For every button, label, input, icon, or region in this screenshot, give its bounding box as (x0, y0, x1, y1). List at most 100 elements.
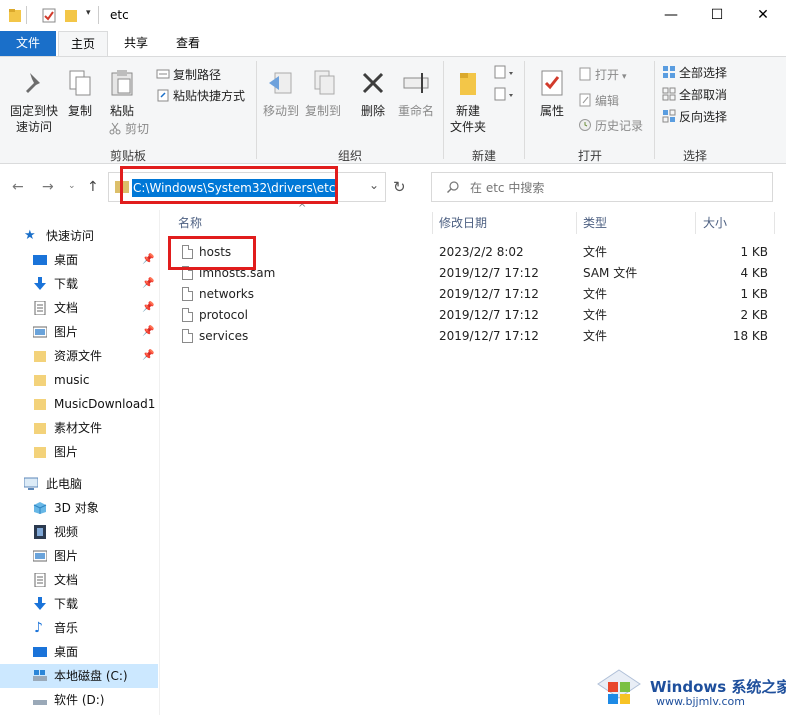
edit-icon (579, 93, 591, 107)
folder-icon (34, 399, 46, 410)
watermark-url: www.bjjmlv.com (656, 695, 745, 708)
delete-button[interactable]: 删除 (352, 67, 394, 119)
scissors-icon (109, 122, 121, 135)
paste-button[interactable]: 粘贴 (104, 67, 140, 119)
pin-icon[interactable]: 📌 (142, 344, 154, 368)
properties-button[interactable]: 属性 (530, 67, 574, 119)
nav-quick-access[interactable]: ★ 快速访问 (0, 224, 158, 248)
forward-arrow-icon[interactable]: → (42, 179, 54, 195)
file-type: 文件 (583, 287, 608, 301)
rename-button[interactable]: 重命名 (394, 67, 438, 119)
new-item-icon[interactable] (494, 65, 516, 81)
pin-label-2: 速访问 (15, 120, 52, 134)
file-type: 文件 (583, 308, 608, 322)
open-button[interactable]: 打开 ▾ (578, 65, 627, 85)
column-header-type[interactable]: 类型 (577, 210, 695, 236)
minimize-button[interactable]: — (648, 0, 694, 31)
easy-access-icon[interactable] (494, 87, 516, 103)
nav-item-music[interactable]: ♪ 音乐 (0, 616, 158, 640)
tab-file[interactable]: 文件 (0, 31, 56, 56)
properties-icon (541, 70, 563, 96)
new-folder-label-2: 文件夹 (449, 120, 486, 134)
table-row[interactable]: protocol 2019/12/7 17:12 文件 2 KB (172, 305, 772, 326)
nav-item-pictures[interactable]: 图片 📌 (0, 320, 158, 344)
properties-label: 属性 (539, 104, 564, 118)
tab-share[interactable]: 共享 (112, 31, 160, 56)
invert-selection-button[interactable]: 反向选择 (662, 107, 727, 127)
nav-item-resource-files[interactable]: 资源文件 📌 (0, 344, 158, 368)
cut-button[interactable]: 剪切 (108, 119, 149, 139)
file-modified: 2019/12/7 17:12 (439, 308, 539, 322)
pin-icon[interactable]: 📌 (142, 248, 154, 272)
new-folder-quick-icon[interactable] (64, 7, 78, 24)
copy-button[interactable]: 复制 (62, 67, 98, 119)
nav-item-musicdownload[interactable]: MusicDownload1 (0, 392, 158, 416)
nav-item-local-disk-c[interactable]: 本地磁盘 (C:) (0, 664, 158, 688)
navigation-pane: ★ 快速访问 桌面 📌 下载 📌 文档 📌 图片 📌 资源文件 📌 music … (0, 210, 160, 715)
copy-to-button[interactable]: 复制到 (302, 67, 344, 119)
paste-shortcut-button[interactable]: 粘贴快捷方式 (156, 86, 245, 106)
nav-item-pictures-folder[interactable]: 图片 (0, 440, 158, 464)
nav-item-pc-desktop[interactable]: 桌面 (0, 640, 158, 664)
properties-quick-icon[interactable] (42, 7, 56, 24)
select-none-button[interactable]: 全部取消 (662, 85, 727, 105)
table-row[interactable]: lmhosts.sam 2019/12/7 17:12 SAM 文件 4 KB (172, 263, 772, 284)
title-bar: ▾ etc — ☐ ✕ (0, 0, 786, 31)
column-header-size[interactable]: 大小 (697, 210, 773, 236)
nav-item-software-d[interactable]: 软件 (D:) (0, 688, 158, 712)
file-modified: 2019/12/7 17:12 (439, 329, 539, 343)
column-divider[interactable] (774, 212, 775, 234)
copy-path-button[interactable]: 复制路径 (156, 65, 221, 85)
move-to-button[interactable]: 移动到 (260, 67, 302, 119)
nav-label: 素材文件 (54, 421, 103, 435)
nav-item-desktop[interactable]: 桌面 📌 (0, 248, 158, 272)
copy-label: 复制 (67, 104, 92, 118)
up-arrow-icon[interactable]: ↑ (87, 179, 99, 195)
table-row[interactable]: networks 2019/12/7 17:12 文件 1 KB (172, 284, 772, 305)
rename-label: 重命名 (397, 104, 434, 118)
recent-locations-chevron-icon[interactable]: ⌄ (68, 181, 76, 191)
nav-item-3d-objects[interactable]: 3D 对象 (0, 496, 158, 520)
table-row[interactable]: hosts 2023/2/2 8:02 文件 1 KB (172, 242, 772, 263)
edit-button[interactable]: 编辑 (578, 91, 619, 111)
file-modified: 2019/12/7 17:12 (439, 266, 539, 280)
folder-icon (34, 351, 46, 362)
file-type: 文件 (583, 329, 608, 343)
pin-icon[interactable]: 📌 (142, 272, 154, 296)
column-divider[interactable] (695, 212, 696, 234)
nav-item-documents[interactable]: 文档 📌 (0, 296, 158, 320)
nav-item-music-folder[interactable]: music (0, 368, 158, 392)
nav-this-pc[interactable]: 此电脑 (0, 472, 158, 496)
nav-label: 文档 (54, 301, 79, 315)
star-icon: ★ (24, 228, 36, 243)
maximize-button[interactable]: ☐ (694, 0, 740, 31)
pin-icon[interactable]: 📌 (142, 296, 154, 320)
nav-item-pc-documents[interactable]: 文档 (0, 568, 158, 592)
group-label-clipboard: 剪贴板 (109, 149, 146, 163)
new-folder-button[interactable]: 新建 文件夹 (446, 67, 490, 135)
pin-icon (26, 73, 40, 93)
nav-item-downloads[interactable]: 下载 📌 (0, 272, 158, 296)
close-button[interactable]: ✕ (740, 0, 786, 31)
refresh-icon[interactable]: ↻ (393, 178, 406, 196)
nav-item-pc-pictures[interactable]: 图片 (0, 544, 158, 568)
quick-access-dropdown-icon[interactable]: ▾ (86, 8, 91, 18)
folder-icon (34, 423, 46, 434)
select-all-button[interactable]: 全部选择 (662, 63, 727, 83)
history-button[interactable]: 历史记录 (578, 116, 643, 136)
select-none-label: 全部取消 (679, 88, 728, 102)
nav-item-videos[interactable]: 视频 (0, 520, 158, 544)
pin-icon[interactable]: 📌 (142, 320, 154, 344)
nav-item-pc-downloads[interactable]: 下载 (0, 592, 158, 616)
back-arrow-icon[interactable]: ← (12, 179, 24, 195)
nav-label: 桌面 (54, 253, 79, 267)
tab-view[interactable]: 查看 (164, 31, 212, 56)
chevron-down-icon[interactable]: ⌄ (369, 178, 379, 192)
nav-item-material-files[interactable]: 素材文件 (0, 416, 158, 440)
search-box[interactable] (431, 172, 773, 202)
table-row[interactable]: services 2019/12/7 17:12 文件 18 KB (172, 326, 772, 347)
pin-to-quick-access-button[interactable]: 固定到快 速访问 (6, 67, 62, 135)
column-header-modified[interactable]: 修改日期 (433, 210, 576, 236)
search-input[interactable] (470, 179, 760, 197)
tab-home[interactable]: 主页 (58, 31, 108, 56)
